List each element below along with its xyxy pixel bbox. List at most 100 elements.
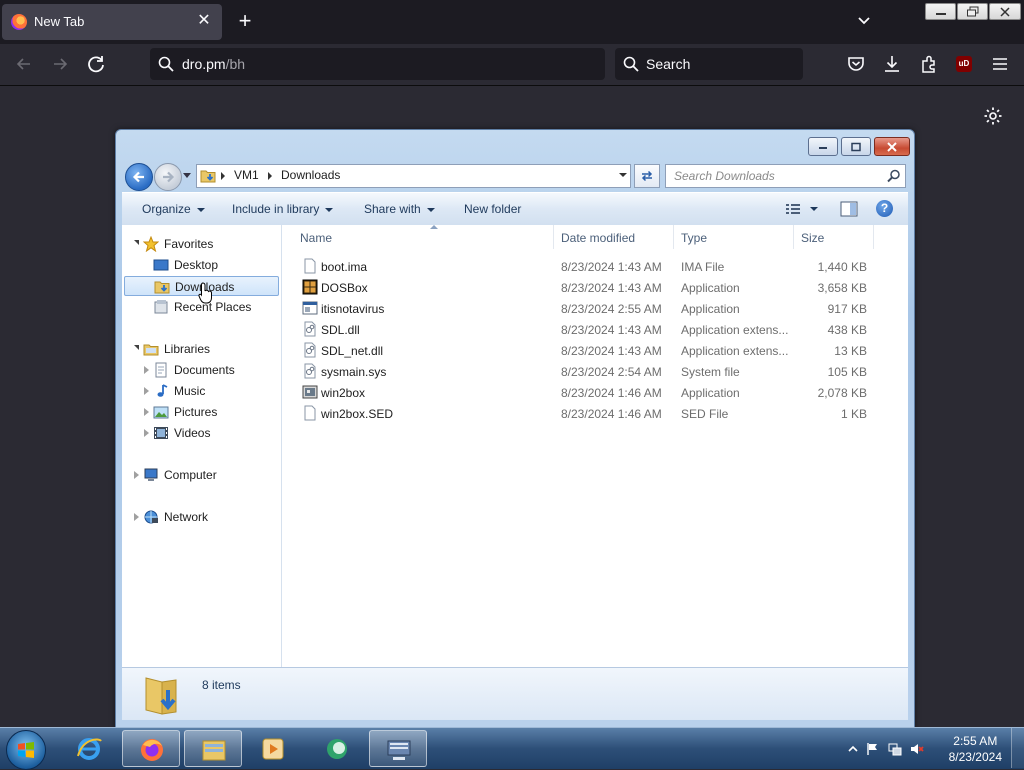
column-header-type[interactable]: Type: [673, 225, 794, 249]
minimize-button[interactable]: [808, 137, 838, 156]
close-button[interactable]: [874, 137, 910, 156]
expand-arrow-icon[interactable]: [134, 513, 139, 521]
file-row-win2box[interactable]: win2box 8/23/2024 1:46 AM Application 2,…: [282, 382, 908, 403]
file-row-sdl-dll[interactable]: SDL.dll 8/23/2024 1:43 AM Application ex…: [282, 319, 908, 340]
expand-arrow-icon[interactable]: [134, 345, 139, 350]
nav-music[interactable]: Music: [122, 381, 279, 401]
recent-pages-dropdown-icon[interactable]: [182, 172, 192, 180]
dll-icon: [304, 321, 316, 337]
network-status-icon[interactable]: [888, 742, 902, 756]
taskbar-firefox[interactable]: [122, 730, 180, 767]
column-header-name[interactable]: Name: [292, 225, 554, 249]
dll-icon: [304, 342, 316, 358]
show-hidden-icons-icon[interactable]: [846, 742, 860, 756]
nav-libraries[interactable]: Libraries: [122, 339, 279, 359]
minimize-icon: [819, 146, 827, 149]
pocket-icon[interactable]: [846, 54, 866, 74]
expand-arrow-icon[interactable]: [144, 408, 149, 416]
notification-area: 2:55 AM 8/23/2024: [834, 728, 1024, 768]
chevron-down-icon: [858, 17, 870, 25]
back-button[interactable]: [12, 52, 36, 76]
search-downloads-input[interactable]: Search Downloads: [665, 164, 906, 188]
nav-desktop[interactable]: Desktop: [122, 255, 279, 275]
start-button[interactable]: [6, 730, 46, 770]
taskbar-internet-explorer[interactable]: [60, 730, 118, 767]
forward-button[interactable]: [48, 52, 72, 76]
recent-places-icon: [154, 300, 168, 314]
breadcrumb-separator-icon[interactable]: [221, 172, 225, 180]
vm-minimize-button[interactable]: [925, 3, 956, 20]
taskbar: 2:55 AM 8/23/2024: [0, 727, 1024, 770]
url-bar[interactable]: dro.pm/bh: [150, 48, 605, 80]
nav-network[interactable]: Network: [122, 507, 279, 527]
expand-arrow-icon[interactable]: [134, 240, 139, 245]
new-tab-button[interactable]: +: [234, 10, 256, 32]
file-row-boot-ima[interactable]: boot.ima 8/23/2024 1:43 AM IMA File 1,44…: [282, 256, 908, 277]
help-icon[interactable]: ?: [876, 200, 893, 217]
action-center-flag-icon[interactable]: [866, 742, 880, 756]
file-row-win2box-sed[interactable]: win2box.SED 8/23/2024 1:46 AM SED File 1…: [282, 403, 908, 424]
browser-nav-bar: dro.pm/bh Search uD: [0, 44, 1024, 86]
share-with-menu[interactable]: Share with: [364, 202, 435, 216]
vm-close-button[interactable]: [989, 3, 1021, 20]
breadcrumb-separator-icon[interactable]: [268, 172, 272, 180]
command-bar: Organize Include in library Share with N…: [122, 192, 908, 226]
expand-arrow-icon[interactable]: [144, 366, 149, 374]
preview-pane-icon[interactable]: [840, 201, 858, 217]
ublock-origin-icon[interactable]: uD: [956, 56, 972, 72]
change-view-icon[interactable]: [785, 201, 821, 217]
expand-arrow-icon[interactable]: [134, 471, 139, 479]
taskbar-messenger[interactable]: [308, 730, 366, 767]
taskbar-windows-explorer[interactable]: [184, 730, 242, 767]
refresh-button[interactable]: [634, 164, 660, 188]
extensions-icon[interactable]: [919, 54, 939, 74]
breadcrumb-vm1[interactable]: VM1: [234, 168, 259, 182]
browser-tab-bar: New Tab ✕ +: [0, 0, 1024, 44]
column-header-size[interactable]: Size: [793, 225, 874, 249]
vm-restore-button[interactable]: [957, 3, 988, 20]
include-in-library-menu[interactable]: Include in library: [232, 202, 334, 216]
hamburger-menu-icon[interactable]: [990, 54, 1010, 74]
list-all-tabs-button[interactable]: [854, 11, 874, 31]
taskbar-on-screen-keyboard[interactable]: [369, 730, 427, 767]
address-bar[interactable]: VM1 Downloads: [196, 164, 631, 188]
nav-documents[interactable]: Documents: [122, 360, 279, 380]
volume-muted-icon[interactable]: [910, 742, 924, 756]
music-icon: [157, 384, 168, 397]
back-button[interactable]: [125, 163, 153, 191]
forward-button[interactable]: [154, 163, 182, 191]
reload-button[interactable]: [84, 52, 108, 76]
file-row-dosbox[interactable]: DOSBox 8/23/2024 1:43 AM Application 3,6…: [282, 277, 908, 298]
nav-pictures[interactable]: Pictures: [122, 402, 279, 422]
maximize-button[interactable]: [841, 137, 871, 156]
new-folder-button[interactable]: New folder: [464, 202, 521, 216]
system-clock[interactable]: 2:55 AM 8/23/2024: [949, 733, 1002, 765]
search-bar[interactable]: Search: [615, 48, 803, 80]
exe-icon: [302, 301, 318, 315]
address-dropdown-icon[interactable]: [619, 173, 627, 177]
nav-computer[interactable]: Computer: [122, 465, 279, 485]
documents-icon: [155, 362, 167, 378]
taskbar-media-player[interactable]: [244, 730, 302, 767]
file-row-sdl-net-dll[interactable]: SDL_net.dll 8/23/2024 1:43 AM Applicatio…: [282, 340, 908, 361]
column-header-date-modified[interactable]: Date modified: [553, 225, 674, 249]
tab-new-tab[interactable]: New Tab ✕: [2, 4, 222, 40]
downloads-icon[interactable]: [882, 54, 902, 74]
file-row-sysmain-sys[interactable]: sysmain.sys 8/23/2024 2:54 AM System fil…: [282, 361, 908, 382]
show-desktop-button[interactable]: [1011, 728, 1024, 768]
file-row-itisnotavirus[interactable]: itisnotavirus 8/23/2024 2:55 AM Applicat…: [282, 298, 908, 319]
reload-icon: [88, 56, 104, 73]
nav-favorites[interactable]: Favorites: [122, 234, 279, 254]
close-icon: [1000, 6, 1010, 17]
close-tab-icon[interactable]: ✕: [194, 11, 214, 31]
search-icon: [887, 169, 900, 183]
gear-icon[interactable]: [983, 106, 1003, 126]
expand-arrow-icon[interactable]: [144, 429, 149, 437]
breadcrumb-downloads[interactable]: Downloads: [281, 168, 340, 182]
star-icon: [143, 236, 159, 252]
organize-menu[interactable]: Organize: [142, 202, 205, 216]
arrow-right-icon: [54, 58, 68, 70]
nav-videos[interactable]: Videos: [122, 423, 279, 443]
expand-arrow-icon[interactable]: [144, 387, 149, 395]
search-placeholder: Search Downloads: [674, 169, 775, 183]
